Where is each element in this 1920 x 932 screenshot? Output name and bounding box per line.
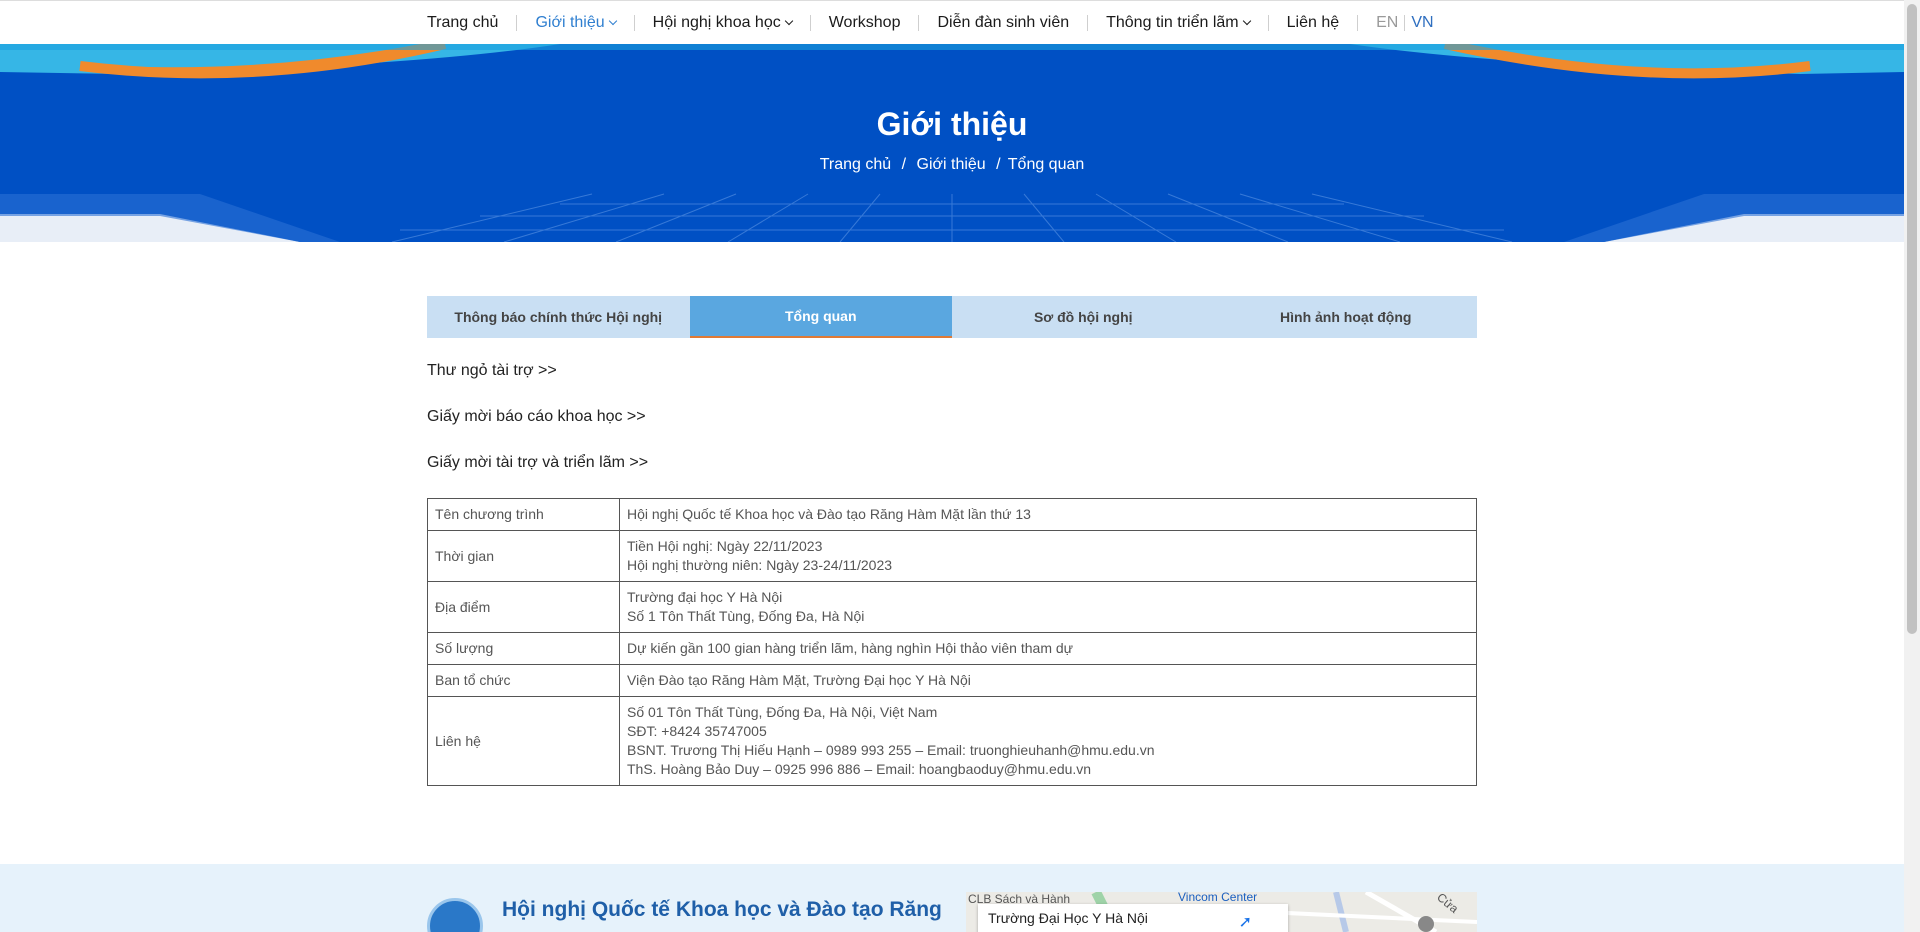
embedded-map[interactable]: CLB Sách và Hành Vincom Center Cửa Trườn… xyxy=(966,892,1477,932)
conference-info-table: Tên chương trình Hội nghị Quốc tế Khoa họ… xyxy=(427,498,1477,786)
footer-title: Hội nghị Quốc tế Khoa học và Đào tạo Răn… xyxy=(502,898,942,921)
banner-background xyxy=(0,44,1904,242)
nav-item-1[interactable]: Giới thiệu xyxy=(517,1,633,45)
document-link[interactable]: Giấy mời tài trợ và triển lãm >> xyxy=(427,452,648,498)
row-value-line: Dự kiến gần 100 gian hàng triển lãm, hàn… xyxy=(627,640,1074,656)
tab-0[interactable]: Thông báo chính thức Hội nghị xyxy=(427,296,690,338)
table-row: Thời gian Tiền Hội nghị: Ngày 22/11/2023 H… xyxy=(427,530,1477,582)
nav-item-label: Diễn đàn sinh viên xyxy=(937,14,1070,31)
row-label: Ban tổ chức xyxy=(427,664,620,697)
tab-2[interactable]: Sơ đồ hội nghị xyxy=(952,296,1215,338)
conference-logo xyxy=(427,898,483,932)
row-value: Viện Đào tạo Răng Hàm Mặt, Trường Đại họ… xyxy=(619,664,1477,697)
language-en-button[interactable]: EN xyxy=(1358,14,1404,32)
nav-item-label: Liên hệ xyxy=(1286,14,1340,31)
breadcrumb-separator: / xyxy=(996,156,1001,173)
directions-icon[interactable]: ➚ xyxy=(1239,912,1252,932)
row-label: Liên hệ xyxy=(427,696,620,786)
nav-item-label: Workshop xyxy=(828,14,901,31)
content-tabs: Thông báo chính thức Hội nghị Tổng quan Sơ… xyxy=(427,296,1477,338)
chevron-down-icon xyxy=(784,16,793,26)
nav-item-label: Thông tin triển lãm xyxy=(1106,14,1239,31)
row-value-line: Trường đại học Y Hà Nội xyxy=(627,589,783,605)
page-scrollbar[interactable] xyxy=(1904,0,1920,932)
row-value: Dự kiến gần 100 gian hàng triển lãm, hàn… xyxy=(619,632,1477,665)
scrollbar-thumb[interactable] xyxy=(1907,4,1917,634)
document-links: Thư ngỏ tài trợ >> Giấy mời báo cáo khoa … xyxy=(427,360,648,498)
language-vn-button[interactable]: VN xyxy=(1405,14,1439,32)
nav-item-label: Trang chủ xyxy=(427,14,499,31)
nav-item-4[interactable]: Diễn đàn sinh viên xyxy=(919,1,1087,45)
nav-item-6[interactable]: Liên hệ xyxy=(1269,1,1358,45)
nav-item-label: Giới thiệu xyxy=(535,14,605,31)
breadcrumb-current: Tổng quan xyxy=(1007,156,1085,173)
tab-1[interactable]: Tổng quan xyxy=(689,296,952,338)
breadcrumb-separator: / xyxy=(901,156,907,173)
breadcrumb-home-link[interactable]: Trang chủ xyxy=(820,156,891,173)
table-row: Tên chương trình Hội nghị Quốc tế Khoa họ… xyxy=(427,498,1477,531)
nav-item-3[interactable]: Workshop xyxy=(811,1,919,45)
nav-menu: Trang chủ Giới thiệu Hội nghị khoa học Work… xyxy=(427,1,1440,45)
top-navbar: Trang chủ Giới thiệu Hội nghị khoa học Work… xyxy=(0,0,1904,44)
row-label: Số lượng xyxy=(427,632,620,665)
nav-item-0[interactable]: Trang chủ xyxy=(427,1,516,45)
row-value: Tiền Hội nghị: Ngày 22/11/2023 Hội nghị t… xyxy=(619,530,1477,582)
row-label: Thời gian xyxy=(427,530,620,582)
row-value: Trường đại học Y Hà Nội Số 1 Tôn Thất Tùn… xyxy=(619,581,1477,633)
row-value-line: Số 1 Tôn Thất Tùng, Đống Đa, Hà Nội xyxy=(627,608,865,624)
map-place-card[interactable]: Trường Đại Học Y Hà Nội ➚ xyxy=(978,904,1288,932)
row-value-line: Tiền Hội nghị: Ngày 22/11/2023 xyxy=(627,538,823,554)
row-value-line: Hội nghị Quốc tế Khoa học và Đào tạo Răn… xyxy=(627,506,1031,522)
row-value-line: ThS. Hoàng Bảo Duy – 0925 996 886 – Emai… xyxy=(627,761,1092,777)
row-value-line: Số 01 Tôn Thất Tùng, Đống Đa, Hà Nội, Vi… xyxy=(627,704,938,720)
row-label: Địa điểm xyxy=(427,581,620,633)
breadcrumb-intro-link[interactable]: Giới thiệu xyxy=(917,156,986,173)
table-row: Số lượng Dự kiến gần 100 gian hàng triển … xyxy=(427,632,1477,665)
page-banner: Giới thiệu Trang chủ / Giới thiệu / Tổng… xyxy=(0,44,1904,242)
document-link[interactable]: Giấy mời báo cáo khoa học >> xyxy=(427,406,648,452)
row-value: Số 01 Tôn Thất Tùng, Đống Đa, Hà Nội, Vi… xyxy=(619,696,1477,786)
table-row: Liên hệ Số 01 Tôn Thất Tùng, Đống Đa, Hà … xyxy=(427,696,1477,786)
nav-item-5[interactable]: Thông tin triển lãm xyxy=(1088,1,1268,45)
row-label: Tên chương trình xyxy=(427,498,620,531)
map-place-title: Trường Đại Học Y Hà Nội xyxy=(988,910,1148,926)
page-title: Giới thiệu xyxy=(876,106,1028,142)
map-place-label: Vincom Center xyxy=(1178,892,1258,904)
table-row: Địa điểm Trường đại học Y Hà Nội Số 1 Tôn … xyxy=(427,581,1477,633)
row-value: Hội nghị Quốc tế Khoa học và Đào tạo Răn… xyxy=(619,498,1477,531)
nav-item-label: Hội nghị khoa học xyxy=(652,14,781,31)
row-value-line: Hội nghị thường niên: Ngày 23-24/11/2023 xyxy=(627,557,893,573)
document-link[interactable]: Thư ngỏ tài trợ >> xyxy=(427,360,648,406)
tab-3[interactable]: Hình ảnh hoạt động xyxy=(1215,296,1478,338)
row-value-line: SĐT: +8424 35747005 xyxy=(627,723,767,739)
breadcrumb: Trang chủ / Giới thiệu / Tổng quan xyxy=(0,156,1904,174)
table-row: Ban tổ chức Viện Đào tạo Răng Hàm Mặt, Tr… xyxy=(427,664,1477,697)
row-value-line: BSNT. Trương Thị Hiếu Hạnh – 0989 993 25… xyxy=(627,742,1155,758)
nav-item-2[interactable]: Hội nghị khoa học xyxy=(635,1,810,45)
row-value-line: Viện Đào tạo Răng Hàm Mặt, Trường Đại họ… xyxy=(627,672,971,688)
chevron-down-icon xyxy=(1242,16,1251,26)
chevron-down-icon xyxy=(608,16,617,26)
footer: Hội nghị Quốc tế Khoa học và Đào tạo Răn… xyxy=(0,864,1904,932)
